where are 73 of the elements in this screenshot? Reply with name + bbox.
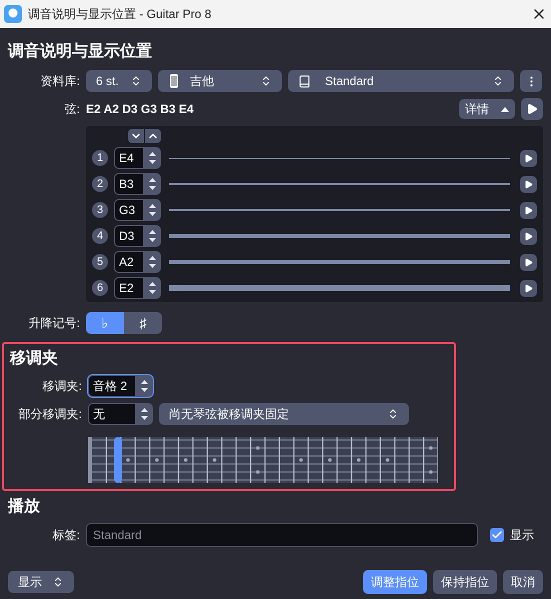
note-stepper[interactable]: B3 <box>114 173 161 195</box>
accidental-toggle[interactable]: ♯ <box>124 312 162 334</box>
play-icon <box>524 232 533 240</box>
more-button[interactable] <box>520 70 542 92</box>
details-button[interactable]: 详情 <box>459 99 515 119</box>
updown-icon <box>52 576 64 588</box>
string-number: 4 <box>92 228 108 244</box>
stepper-arrows-icon <box>148 150 157 166</box>
string-count-select[interactable]: 6 st. <box>86 70 152 92</box>
partial-capo-strings-select[interactable]: 尚无琴弦被移调夹固定 <box>159 403 409 425</box>
play-icon <box>524 206 533 214</box>
string-play-button[interactable] <box>520 150 537 166</box>
guitar-head-icon <box>168 74 180 88</box>
stepper-arrows-icon <box>148 254 157 270</box>
stepper-arrows-icon <box>140 378 149 394</box>
check-icon <box>491 529 503 541</box>
updown-icon <box>492 75 504 87</box>
field-label: 升降记号: <box>28 315 80 332</box>
partial-capo-stepper[interactable]: 无 <box>88 403 153 425</box>
strings-summary: E2 A2 D3 G3 B3 E4 <box>86 101 194 118</box>
checkbox-label: 显示 <box>510 527 534 544</box>
string-play-button[interactable] <box>520 228 537 244</box>
string-play-button[interactable] <box>520 254 537 270</box>
field-label: 部分移调夹: <box>18 406 82 423</box>
play-icon <box>524 180 533 188</box>
stepper-arrows-icon <box>140 406 149 422</box>
dialog-button[interactable]: 取消 <box>503 570 543 594</box>
updown-icon <box>130 75 142 87</box>
string-play-button[interactable] <box>520 280 537 296</box>
field-label: 弦: <box>64 101 80 118</box>
transpose-up-button[interactable] <box>145 129 161 143</box>
play-icon <box>526 103 538 115</box>
updown-icon <box>260 75 272 87</box>
play-icon <box>524 154 533 162</box>
string-number: 1 <box>92 150 108 166</box>
stepper-arrows-icon <box>148 176 157 192</box>
book-icon <box>298 74 311 88</box>
string-number: 2 <box>92 176 108 192</box>
string-number: 6 <box>92 280 108 296</box>
stepper-arrows-icon <box>148 280 157 296</box>
transpose-down-button[interactable] <box>128 129 144 143</box>
instrument-select[interactable]: 吉他 <box>158 70 282 92</box>
string-number: 5 <box>92 254 108 270</box>
string-play-button[interactable] <box>520 176 537 192</box>
section-heading: 调音说明与显示位置 <box>8 41 153 62</box>
note-stepper[interactable]: E4 <box>114 147 161 169</box>
string-number: 3 <box>92 202 108 218</box>
capo-marker[interactable] <box>114 437 122 483</box>
string-play-button[interactable] <box>520 202 537 218</box>
field-label: 标签: <box>52 527 80 544</box>
caret-up-icon <box>501 106 509 112</box>
label-input-field[interactable]: Standard <box>86 523 478 547</box>
show-checkbox[interactable] <box>490 528 504 542</box>
tuning-preset-select[interactable]: Standard <box>288 70 514 92</box>
field-label: 资料库: <box>40 73 80 90</box>
section-heading: 移调夹 <box>10 348 59 369</box>
play-button[interactable] <box>521 98 543 120</box>
field-label: 移调夹: <box>42 378 82 395</box>
note-stepper[interactable]: A2 <box>114 251 161 273</box>
note-stepper[interactable]: E2 <box>114 277 161 299</box>
note-stepper[interactable]: G3 <box>114 199 161 221</box>
app-logo-icon <box>4 5 22 23</box>
dialog-button[interactable]: 保持指位 <box>433 570 497 594</box>
note-stepper[interactable]: D3 <box>114 225 161 247</box>
stepper-arrows-icon <box>148 202 157 218</box>
play-icon <box>524 284 533 292</box>
updown-icon <box>387 408 399 420</box>
display-select[interactable]: 显示 <box>8 571 74 593</box>
play-icon <box>524 258 533 266</box>
stepper-arrows-icon <box>148 228 157 244</box>
section-heading: 播放 <box>8 496 41 517</box>
capo-stepper[interactable]: 音格 2 <box>88 375 153 397</box>
window-title: 调音说明与显示位置 - Guitar Pro 8 <box>28 6 212 23</box>
